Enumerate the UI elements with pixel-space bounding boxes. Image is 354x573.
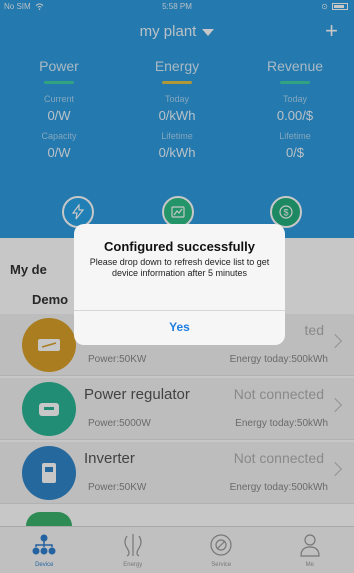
yes-button[interactable]: Yes: [74, 320, 285, 334]
dialog-divider: [74, 310, 285, 311]
dialog-message: Please drop down to refresh device list …: [89, 257, 270, 278]
dialog-title: Configured successfully: [104, 239, 255, 254]
success-dialog: Configured successfully Please drop down…: [74, 224, 285, 345]
